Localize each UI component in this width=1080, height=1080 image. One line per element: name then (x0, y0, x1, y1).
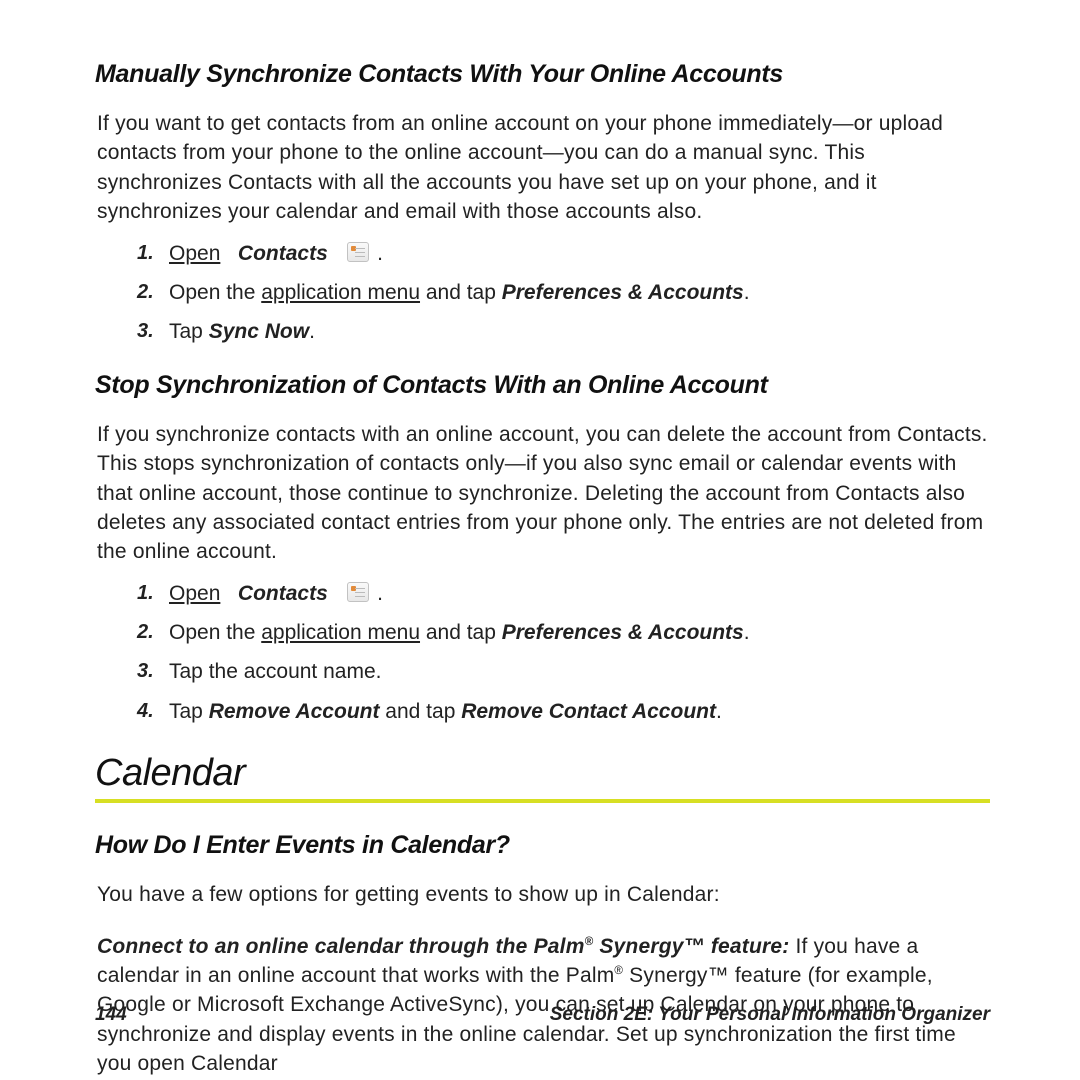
page-footer: 144 Section 2E: Your Personal Informatio… (95, 1004, 990, 1026)
step-item: Tap Remove Account and tap Remove Contac… (169, 697, 990, 726)
sync-now-label: Sync Now (209, 320, 309, 343)
step-item: Open the application menu and tap Prefer… (169, 278, 990, 307)
period: . (377, 582, 383, 605)
prefs-accounts-label: Preferences & Accounts (502, 621, 744, 644)
step-item: Open the application menu and tap Prefer… (169, 618, 990, 647)
page-number: 144 (95, 1004, 127, 1026)
remove-account-label: Remove Account (209, 700, 380, 723)
para-events-intro: You have a few options for getting event… (97, 880, 990, 909)
open-link: Open (169, 242, 220, 265)
step-item: Tap Sync Now. (169, 317, 990, 346)
steps-manual-sync: Open Contacts . Open the application men… (95, 239, 990, 347)
open-link: Open (169, 582, 220, 605)
steps-stop-sync: Open Contacts . Open the application men… (95, 579, 990, 727)
section-title-calendar: Calendar (95, 752, 990, 795)
heading-manual-sync: Manually Synchronize Contacts With Your … (95, 60, 990, 89)
contacts-label: Contacts (238, 582, 328, 605)
para-stop-sync: If you synchronize contacts with an onli… (97, 420, 990, 567)
heading-enter-events: How Do I Enter Events in Calendar? (95, 831, 990, 860)
prefs-accounts-label: Preferences & Accounts (502, 281, 744, 304)
contacts-icon (347, 582, 369, 602)
remove-contact-account-label: Remove Contact Account (461, 700, 716, 723)
step-item: Open Contacts . (169, 239, 990, 268)
step-item: Tap the account name. (169, 657, 990, 686)
heading-stop-sync: Stop Synchronization of Contacts With an… (95, 371, 990, 400)
section-rule (95, 799, 990, 803)
contacts-label: Contacts (238, 242, 328, 265)
period: . (377, 242, 383, 265)
para-manual-sync: If you want to get contacts from an onli… (97, 109, 990, 227)
page: Manually Synchronize Contacts With Your … (0, 0, 1080, 1080)
app-menu-link: application menu (261, 281, 420, 304)
app-menu-link: application menu (261, 621, 420, 644)
section-label: Section 2E: Your Personal Information Or… (550, 1004, 990, 1026)
step-item: Open Contacts . (169, 579, 990, 608)
contacts-icon (347, 242, 369, 262)
